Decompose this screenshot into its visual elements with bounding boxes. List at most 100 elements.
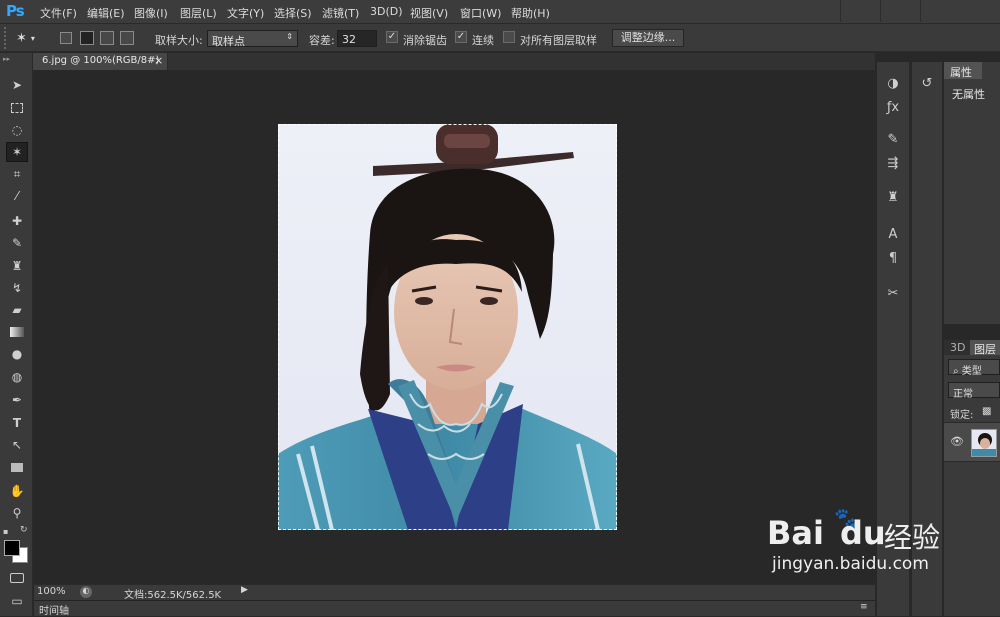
blend-mode-value: 正常 — [953, 389, 973, 400]
document-size: 文档:562.5K/562.5K — [124, 590, 222, 601]
refine-edge-button[interactable]: 调整边缘... — [612, 29, 684, 47]
eraser-tool-icon[interactable]: ▰ — [6, 300, 28, 320]
layer-row[interactable]: 👁 — [944, 422, 1000, 462]
foreground-color-swatch[interactable] — [4, 540, 20, 556]
menu-select[interactable]: 选择(S) — [274, 5, 312, 21]
menu-type[interactable]: 文字(Y) — [227, 5, 264, 21]
brush-panel-icon[interactable]: ✎ — [884, 130, 902, 148]
brush-presets-icon[interactable]: ⇶ — [884, 154, 902, 172]
layer-thumbnail — [971, 429, 997, 457]
menu-view[interactable]: 视图(V) — [410, 5, 448, 21]
tab-layers[interactable]: 图层 — [970, 340, 1000, 356]
baidu-jingyan-watermark: Bai 🐾 du 经验 jingyan.baidu.com — [762, 506, 962, 574]
watermark-url: jingyan.baidu.com — [772, 554, 929, 574]
tolerance-label: 容差: — [309, 34, 335, 47]
dodge-tool-icon[interactable]: ◍ — [6, 367, 28, 387]
tolerance-input[interactable]: 32 — [337, 30, 377, 47]
adjustments-icon[interactable]: ◑ — [884, 74, 902, 92]
close-window-button[interactable] — [920, 0, 1000, 22]
antialias-checkbox[interactable]: ✓ — [386, 31, 398, 43]
lock-label: 锁定: — [950, 410, 974, 421]
photoshop-logo: Ps — [6, 2, 25, 20]
watermark-brand-text: Bai — [767, 514, 824, 552]
eye-visibility-icon[interactable]: 👁 — [950, 435, 964, 448]
styles-icon[interactable]: ƒx — [884, 98, 902, 116]
menu-help[interactable]: 帮助(H) — [511, 5, 550, 21]
screen-mode-icon[interactable]: ▭ — [6, 591, 28, 611]
menu-3d[interactable]: 3D(D) — [370, 5, 403, 18]
marquee-tool-icon[interactable] — [6, 98, 28, 118]
menu-file[interactable]: 文件(F) — [40, 5, 77, 21]
menu-filter[interactable]: 滤镜(T) — [322, 5, 359, 21]
lock-transparency-icon[interactable]: ▩ — [982, 406, 991, 417]
options-grip[interactable] — [4, 27, 10, 49]
tool-presets-icon[interactable]: ✂ — [884, 284, 902, 302]
sample-size-select[interactable]: 取样点 ⇕ — [207, 30, 298, 48]
brush-tool-icon[interactable]: ✎ — [6, 233, 28, 253]
move-tool-icon[interactable]: ➤ — [6, 75, 28, 95]
add-to-selection-icon[interactable] — [80, 31, 94, 45]
properties-tab[interactable]: 属性 — [944, 62, 982, 79]
zoom-tool-icon[interactable]: ⚲ — [6, 503, 28, 523]
magic-wand-tool-icon[interactable]: ✶ — [6, 142, 28, 162]
history-icon[interactable]: ↺ — [918, 74, 936, 92]
menu-bar: Ps 文件(F) 编辑(E) 图像(I) 图层(L) 文字(Y) 选择(S) 滤… — [0, 0, 1000, 24]
subtract-selection-icon[interactable] — [100, 31, 114, 45]
character-icon[interactable]: A — [884, 225, 902, 243]
default-colors-icon[interactable]: ▪ — [3, 527, 8, 536]
history-brush-tool-icon[interactable]: ↯ — [6, 278, 28, 298]
crop-tool-icon[interactable]: ⌗ — [6, 164, 28, 184]
clone-source-icon[interactable]: ♜ — [884, 188, 902, 206]
timeline-panel: 时间轴 ≡ — [34, 600, 875, 617]
path-selection-tool-icon[interactable]: ↖ — [6, 435, 28, 455]
selection-marquee — [278, 124, 617, 530]
toolbox: ▸▸ ➤ ◌ ✶ ⌗ ⁄ ✚ ✎ ♜ ↯ ▰ ● ◍ ✒ T ↖ ✋ ⚲ ▪ ↻… — [0, 53, 33, 616]
gradient-tool-icon[interactable] — [6, 322, 28, 342]
layers-tab-label: 图层 — [974, 343, 996, 356]
rectangle-tool-icon[interactable] — [6, 457, 28, 477]
timeline-label[interactable]: 时间轴 — [39, 602, 69, 617]
contiguous-label: 连续 — [472, 34, 494, 47]
menu-image[interactable]: 图像(I) — [134, 5, 168, 21]
eyedropper-tool-icon[interactable]: ⁄ — [6, 186, 28, 206]
blur-tool-icon[interactable]: ● — [6, 344, 28, 364]
menu-layer[interactable]: 图层(L) — [180, 5, 217, 21]
close-tab-icon[interactable]: × — [154, 54, 163, 67]
contiguous-checkbox[interactable]: ✓ — [455, 31, 467, 43]
quick-mask-icon[interactable] — [6, 568, 28, 588]
properties-panel: 属性 无属性 — [944, 62, 1000, 324]
document-tab-title: 6.jpg @ 100%(RGB/8#) — [42, 55, 160, 66]
menu-edit[interactable]: 编辑(E) — [87, 5, 125, 21]
status-arrow-icon[interactable]: ▶ — [241, 585, 248, 595]
chevron-updown-icon: ⇕ — [286, 32, 293, 41]
maximize-button[interactable] — [880, 0, 920, 22]
zoom-level[interactable]: 100% — [37, 586, 66, 597]
magic-wand-preset-icon[interactable]: ✶ ▾ — [16, 29, 46, 47]
options-bar: ✶ ▾ 取样大小: 取样点 ⇕ 容差: 32 ✓ 消除锯齿 ✓ 连续 对所有图层取… — [0, 24, 1000, 52]
menu-window[interactable]: 窗口(W) — [460, 5, 501, 21]
search-icon: ⌕ — [953, 366, 962, 377]
layer-filter-kind: 类型 — [961, 366, 982, 377]
hand-tool-icon[interactable]: ✋ — [6, 481, 28, 501]
antialias-label: 消除锯齿 — [403, 34, 447, 47]
sample-all-layers-checkbox[interactable] — [503, 31, 515, 43]
layers-panel: 3D 图层 ⌕ 类型 正常 锁定: ▩ 👁 — [944, 340, 1000, 616]
type-tool-icon[interactable]: T — [6, 413, 28, 433]
blend-mode-select[interactable]: 正常 — [948, 382, 1000, 400]
collapse-toolbox-icon[interactable]: ▸▸ — [3, 55, 10, 63]
healing-brush-tool-icon[interactable]: ✚ — [6, 211, 28, 231]
paragraph-icon[interactable]: ¶ — [884, 249, 902, 267]
sample-size-value: 取样点 — [212, 35, 245, 48]
pen-tool-icon[interactable]: ✒ — [6, 390, 28, 410]
tab-3d[interactable]: 3D — [950, 341, 965, 354]
layer-filter-select[interactable]: ⌕ 类型 — [948, 359, 1000, 377]
clone-stamp-tool-icon[interactable]: ♜ — [6, 256, 28, 276]
intersect-selection-icon[interactable] — [120, 31, 134, 45]
new-selection-icon[interactable] — [60, 32, 72, 44]
panel-menu-icon[interactable]: ≡ — [860, 602, 868, 612]
lasso-tool-icon[interactable]: ◌ — [6, 120, 28, 140]
status-menu-icon[interactable]: ◐ — [80, 586, 92, 598]
swap-colors-icon[interactable]: ↻ — [20, 525, 28, 535]
document-tab[interactable]: 6.jpg @ 100%(RGB/8#) × — [33, 53, 168, 70]
minimize-button[interactable] — [840, 0, 880, 22]
